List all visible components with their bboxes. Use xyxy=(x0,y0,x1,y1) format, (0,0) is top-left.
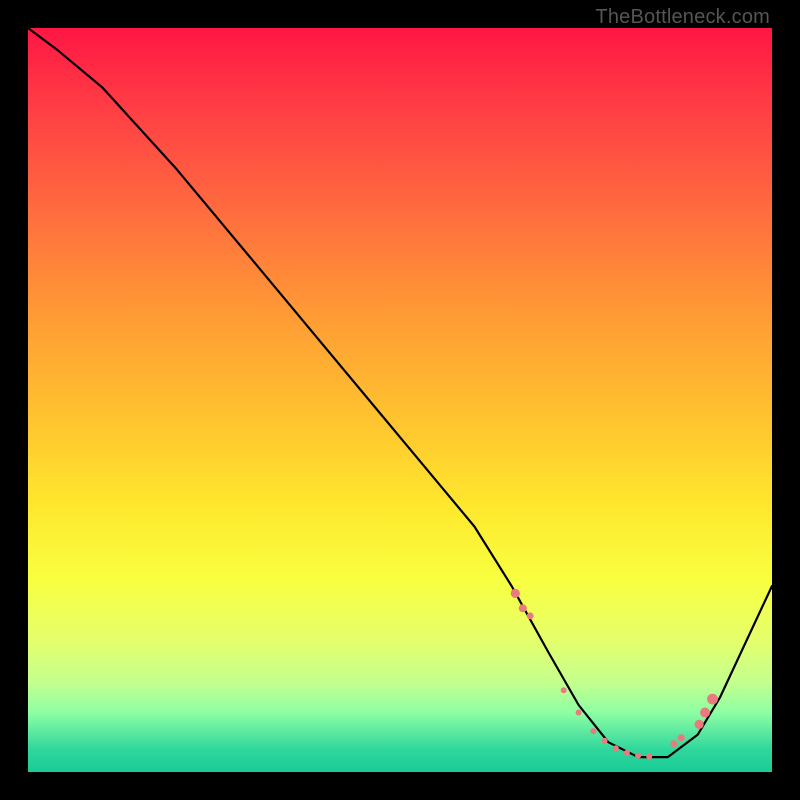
highlight-dot xyxy=(646,753,652,759)
curve-layer xyxy=(28,28,772,772)
highlight-dot xyxy=(707,694,718,705)
highlight-dot xyxy=(695,720,704,729)
highlight-dot xyxy=(613,745,619,751)
highlight-dots xyxy=(511,589,718,760)
highlight-dot xyxy=(670,740,677,747)
highlight-dot xyxy=(511,589,520,598)
highlight-dot xyxy=(635,753,641,759)
highlight-dot xyxy=(624,750,630,756)
plot-area xyxy=(28,28,772,772)
highlight-dot xyxy=(602,738,608,744)
highlight-dot xyxy=(678,734,685,741)
highlight-dot xyxy=(519,604,527,612)
highlight-dot xyxy=(527,612,534,619)
watermark-text: TheBottleneck.com xyxy=(595,6,770,29)
highlight-dot xyxy=(576,710,582,716)
highlight-dot xyxy=(590,728,596,734)
highlight-dot xyxy=(700,708,710,718)
chart-frame: TheBottleneck.com xyxy=(0,0,800,800)
highlight-dot xyxy=(561,687,567,693)
bottleneck-curve xyxy=(28,28,772,757)
